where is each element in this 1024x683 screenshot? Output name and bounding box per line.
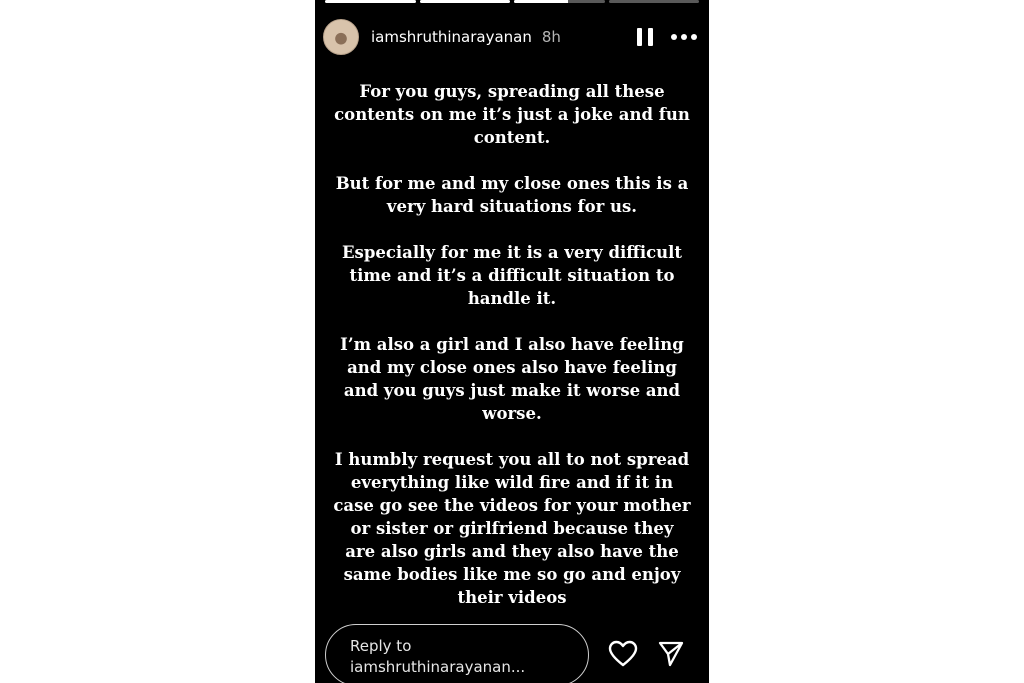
story-line: content. <box>473 128 551 147</box>
username[interactable]: iamshruthinarayanan <box>371 28 532 46</box>
story-line: case go see the videos for your mother <box>333 496 691 515</box>
reply-placeholder-line2: iamshruthinarayanan... <box>350 658 526 676</box>
story-paragraph: For you guys, spreading all these conten… <box>325 80 699 149</box>
story-line: and my close ones also have feeling <box>347 358 677 377</box>
pause-icon[interactable] <box>637 28 653 46</box>
story-line: time and it’s a difficult situation to <box>349 266 675 285</box>
story-line: contents on me it’s just a joke and fun <box>334 105 690 124</box>
story-line: Especially for me it is a very difficult <box>341 243 683 262</box>
avatar[interactable] <box>323 19 359 55</box>
story-line: very hard situations for us. <box>386 197 638 216</box>
progress-segment <box>325 0 416 3</box>
story-paragraph: Especially for me it is a very difficult… <box>325 241 699 310</box>
heart-icon[interactable] <box>608 640 638 668</box>
story-paragraph: But for me and my close ones this is a v… <box>325 172 699 218</box>
story-line: or sister or girlfriend because they <box>350 519 674 538</box>
progress-segment <box>608 0 699 3</box>
more-icon[interactable] <box>671 28 697 46</box>
send-icon[interactable] <box>657 640 685 668</box>
story-line: same bodies like me so go and enjoy <box>343 565 681 584</box>
reply-placeholder-line1: Reply to <box>350 637 412 655</box>
reply-input[interactable]: Reply to iamshruthinarayanan... <box>325 624 589 683</box>
story-line: handle it. <box>467 289 557 308</box>
progress-segment <box>514 0 605 3</box>
story-line: worse. <box>482 404 542 423</box>
header-actions <box>637 28 697 46</box>
story-progress-bar <box>325 0 699 3</box>
story-header: iamshruthinarayanan 8h <box>323 18 701 56</box>
story-line: For you guys, spreading all these <box>359 82 665 101</box>
story-line: But for me and my close ones this is a <box>335 174 689 193</box>
story-footer: Reply to iamshruthinarayanan... <box>325 624 699 683</box>
progress-segment <box>419 0 510 3</box>
story-paragraph: I humbly request you all to not spread e… <box>325 448 699 609</box>
story-line: are also girls and they also have the <box>345 542 679 561</box>
story-line: and you guys just make it worse and <box>343 381 681 400</box>
story-line: I’m also a girl and I also have feeling <box>340 335 684 354</box>
story-line: their videos <box>457 588 567 607</box>
story-text: For you guys, spreading all these conten… <box>325 80 699 632</box>
story-line: everything like wild fire and if it in <box>350 473 674 492</box>
story-paragraph: I’m also a girl and I also have feeling … <box>325 333 699 425</box>
post-time: 8h <box>541 28 561 46</box>
story-line: I humbly request you all to not spread <box>334 450 690 469</box>
story-viewer[interactable]: iamshruthinarayanan 8h For you guys, spr… <box>315 0 709 683</box>
